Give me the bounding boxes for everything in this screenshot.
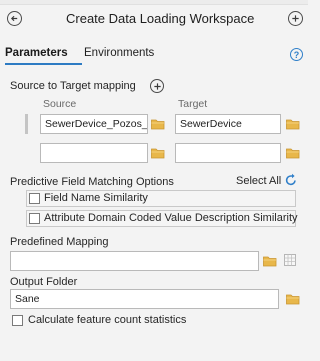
field-name-similarity-checkbox[interactable]	[29, 193, 40, 204]
tab-environments[interactable]: Environments	[84, 47, 154, 59]
row-drag-handle[interactable]	[25, 114, 28, 134]
target-header: Target	[178, 98, 208, 110]
plus-icon	[292, 15, 299, 22]
browse-target-button-2[interactable]	[286, 147, 300, 159]
target-field[interactable]: SewerDevice	[175, 114, 281, 134]
folder-icon	[286, 148, 300, 159]
target-field-empty[interactable]	[175, 143, 281, 163]
add-mapping-button[interactable]	[150, 79, 164, 93]
field-name-similarity-label: Field Name Similarity	[44, 192, 148, 204]
browse-predefined-button[interactable]	[263, 255, 277, 267]
back-arrow-icon	[10, 15, 18, 22]
source-field[interactable]: SewerDevice_Pozos_P	[40, 114, 148, 134]
output-folder-label: Output Folder	[10, 276, 78, 288]
predefined-mapping-field[interactable]	[10, 251, 259, 271]
top-strip	[0, 0, 308, 5]
browse-source-button-2[interactable]	[151, 147, 165, 159]
refresh-icon[interactable]	[284, 173, 298, 190]
calculate-statistics-label: Calculate feature count statistics	[28, 314, 187, 326]
browse-output-button[interactable]	[286, 293, 300, 305]
predefined-mapping-label: Predefined Mapping	[10, 236, 109, 248]
back-button[interactable]	[7, 11, 22, 26]
browse-target-button[interactable]	[286, 118, 300, 130]
active-tab-indicator	[5, 63, 82, 65]
calculate-statistics-checkbox[interactable]	[12, 315, 23, 326]
matching-label: Predictive Field Matching Options	[10, 176, 174, 188]
folder-icon	[151, 119, 165, 130]
output-folder-field[interactable]: Sane	[10, 289, 279, 309]
tab-parameters[interactable]: Parameters	[5, 47, 68, 59]
folder-icon	[286, 294, 300, 305]
table-view-icon[interactable]	[284, 254, 296, 269]
select-all-button[interactable]: Select All	[236, 175, 281, 187]
add-button[interactable]	[288, 11, 303, 26]
source-field-empty[interactable]	[40, 143, 148, 163]
page-title: Create Data Loading Workspace	[66, 11, 255, 26]
help-icon[interactable]: ?	[290, 48, 303, 61]
domain-similarity-checkbox[interactable]	[29, 213, 40, 224]
plus-icon	[153, 82, 161, 90]
folder-icon	[286, 119, 300, 130]
folder-icon	[263, 256, 277, 267]
folder-icon	[151, 148, 165, 159]
browse-source-button[interactable]	[151, 118, 165, 130]
domain-similarity-label: Attribute Domain Coded Value Description…	[44, 212, 298, 224]
mapping-label: Source to Target mapping	[10, 80, 136, 92]
source-header: Source	[43, 98, 77, 110]
